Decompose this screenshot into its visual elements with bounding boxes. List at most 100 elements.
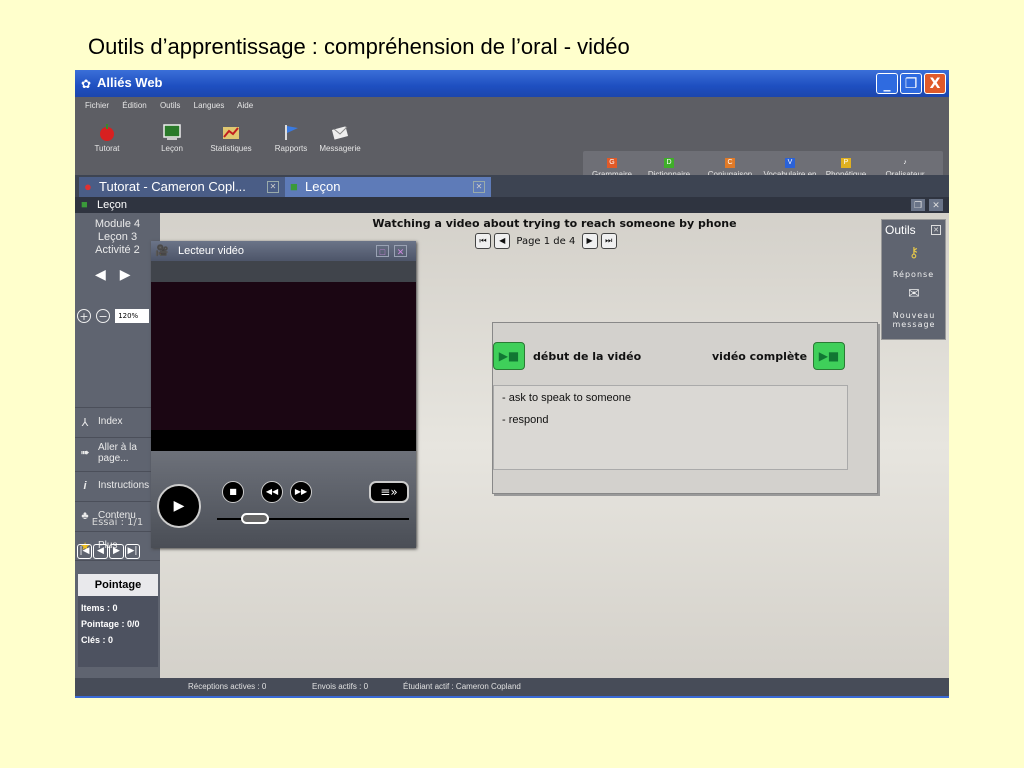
close-icon[interactable]: ✕ [394, 245, 407, 257]
maximize-icon[interactable]: □ [376, 245, 389, 257]
receptions-status: Réceptions actives : 0 [188, 682, 267, 691]
fast-forward-button[interactable]: ▶▶ [290, 481, 312, 503]
transcript-button[interactable]: ≡» [369, 481, 409, 503]
page-pager: ⏮ ◀ Page 1 de 4 ▶ ⏭ [475, 233, 617, 249]
tab-tutorat[interactable]: ● Tutorat - Cameron Copl... ✕ [79, 177, 285, 197]
minimize-button[interactable]: _ [876, 73, 898, 94]
video-toolbar [151, 261, 416, 282]
instructions-box: - ask to speak to someone - respond [493, 385, 848, 470]
camera-icon[interactable]: ▶■ [493, 342, 525, 370]
conjugaison-icon: C [725, 158, 735, 168]
pointage-score: Pointage : 0/0 [81, 619, 140, 629]
vocabulaire-icon: V [785, 158, 795, 168]
video-caption-strip [151, 430, 416, 451]
menu-bar: Fichier Édition Outils Langues Aide [85, 101, 264, 110]
apple-icon [97, 123, 117, 141]
video-activity-panel: ▶■ début de la vidéo vidéo complète ▶■ -… [492, 322, 878, 494]
reponse-label[interactable]: Réponse [882, 270, 945, 279]
window-title: Alliés Web [97, 75, 163, 90]
lecon-button[interactable]: Leçon [155, 123, 189, 153]
stop-button[interactable]: ■ [222, 481, 244, 503]
zoom-select[interactable]: 120% [115, 308, 150, 323]
key-icon[interactable]: ⚷ [904, 245, 924, 261]
items-count: Items : 0 [81, 603, 118, 613]
zoom-out-icon[interactable]: − [96, 308, 111, 323]
app-logo-icon: ✿ [81, 77, 92, 91]
camera-icon: 🎥 [155, 245, 169, 257]
seek-thumb[interactable] [241, 513, 270, 524]
sidebar-item-instructions[interactable]: i Instructions [75, 471, 160, 501]
instruction-line: - respond [502, 414, 549, 426]
menu-outils[interactable]: Outils [160, 101, 180, 110]
previous-activity-button[interactable]: ◀ [95, 267, 120, 283]
rapports-button[interactable]: Rapports [271, 123, 311, 153]
envelope-icon[interactable]: ✉ [904, 286, 924, 302]
messagerie-label: Messagerie [319, 144, 361, 153]
close-icon[interactable]: ✕ [473, 181, 485, 193]
close-icon[interactable]: ✕ [931, 225, 941, 235]
video-player-titlebar[interactable]: 🎥 Lecteur vidéo □ ✕ [151, 241, 416, 261]
close-button[interactable]: X [924, 73, 946, 94]
status-bar: Réceptions actives : 0 Envois actifs : 0… [75, 678, 949, 698]
camera-icon[interactable]: ▶■ [813, 342, 845, 370]
board-icon [162, 123, 182, 141]
instruction-line: - ask to speak to someone [502, 392, 632, 404]
lesson-location: Module 4 Leçon 3 Activité 2 [75, 218, 160, 257]
previous-page-icon[interactable]: ◀ [494, 233, 511, 249]
maximize-button[interactable]: ❐ [900, 73, 922, 94]
tab-lecon-label: Leçon [305, 179, 341, 194]
first-page-icon[interactable]: ⏮ [475, 233, 491, 249]
statistiques-label: Statistiques [210, 144, 252, 153]
next-page-button[interactable]: ▶ [109, 544, 124, 559]
slide-title: Outils d’apprentissage : compréhension d… [88, 34, 630, 59]
dictionnaire-icon: D [664, 158, 674, 168]
envois-status: Envois actifs : 0 [312, 682, 369, 691]
messagerie-button[interactable]: Messagerie [315, 123, 365, 153]
statistiques-button[interactable]: Statistiques [205, 123, 257, 153]
debut-video-label: début de la vidéo [533, 350, 642, 363]
play-button[interactable]: ▶ [157, 484, 201, 528]
last-page-button[interactable]: ▶| [125, 544, 140, 559]
next-activity-button[interactable]: ▶ [120, 267, 145, 283]
sidebar-item-aller[interactable]: ➠ Aller à la page... [75, 437, 160, 471]
toolbar: Fichier Édition Outils Langues Aide Tuto… [75, 97, 949, 196]
previous-page-button[interactable]: ◀ [93, 544, 108, 559]
next-page-icon[interactable]: ▶ [581, 233, 598, 249]
lecon-number-label: Leçon 3 [97, 231, 138, 243]
window-titlebar: ✿ Alliés Web _ ❐ X [75, 70, 949, 97]
lecon-panel-title: Leçon [97, 199, 127, 211]
video-complete-label: vidéo complète [712, 350, 808, 363]
last-page-icon[interactable]: ⏭ [600, 233, 617, 249]
flag-icon [281, 123, 301, 141]
zoom-in-icon[interactable]: + [77, 308, 91, 323]
board-icon: ■ [290, 179, 298, 194]
sidebar-item-index[interactable]: ⅄ Index [75, 407, 160, 437]
activity-nav: ◀▶ [95, 267, 145, 283]
close-icon[interactable]: ✕ [929, 199, 943, 211]
restore-icon[interactable]: ❐ [911, 199, 925, 211]
activite-label: Activité 2 [95, 244, 140, 256]
video-screen[interactable] [151, 282, 416, 430]
lecon-panel-header: ■ Leçon ❐ ✕ [75, 197, 949, 213]
tab-tutorat-label: Tutorat - Cameron Copl... [99, 179, 246, 194]
menu-edition[interactable]: Édition [122, 101, 146, 110]
sidebar-item-label: Aller à la page... [98, 442, 137, 464]
pointage-panel: Pointage Items : 0 Pointage : 0/0 Clés :… [78, 574, 158, 667]
envelope-icon [330, 123, 350, 141]
nouveau-message-label[interactable]: Nouveau message [884, 311, 944, 329]
page-indicator: Page 1 de 4 [516, 235, 576, 247]
tab-lecon[interactable]: ■ Leçon ✕ [285, 177, 491, 197]
etudiant-status: Étudiant actif : Cameron Copland [403, 682, 521, 691]
tutorat-button[interactable]: Tutorat [87, 123, 127, 153]
first-page-button[interactable]: |◀ [77, 544, 92, 559]
menu-aide[interactable]: Aide [237, 101, 253, 110]
rewind-button[interactable]: ◀◀ [261, 481, 283, 503]
menu-langues[interactable]: Langues [194, 101, 225, 110]
menu-fichier[interactable]: Fichier [85, 101, 109, 110]
outils-title: Outils [885, 223, 916, 237]
rapports-label: Rapports [274, 144, 308, 153]
tutorat-label: Tutorat [94, 144, 120, 153]
pointage-title: Pointage [78, 574, 158, 596]
close-icon[interactable]: ✕ [267, 181, 279, 193]
tab-bar: ● Tutorat - Cameron Copl... ✕ ■ Leçon ✕ [75, 175, 949, 197]
